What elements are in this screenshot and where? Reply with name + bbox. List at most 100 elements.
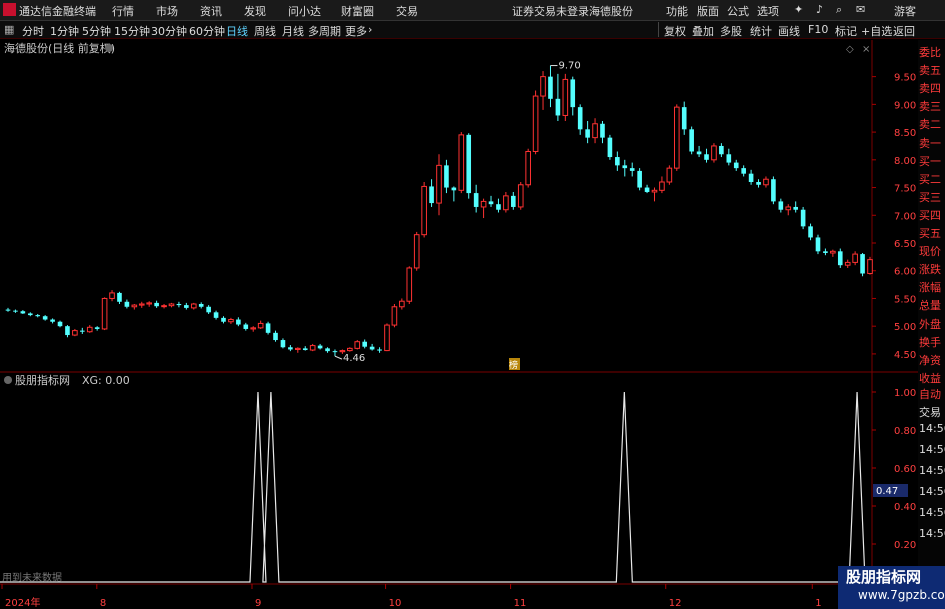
price-tick-label: 7.00 <box>894 211 916 222</box>
candle-body <box>496 204 501 210</box>
menu-item-wealth[interactable]: 财富圈 <box>341 3 374 19</box>
candle-body <box>288 347 293 350</box>
candle-body <box>548 76 553 99</box>
period-toolbar: ▦ 分时 1分钟 5分钟 15分钟 30分钟 60分钟 日线 周线 月线 多周期… <box>0 21 945 39</box>
candle-body <box>748 173 754 182</box>
list-badge-label: 榜 <box>509 359 518 371</box>
chart-options-icon[interactable] <box>105 44 113 52</box>
search-icon[interactable]: ⌕ <box>836 3 842 17</box>
candle-body <box>146 302 152 305</box>
high-price-label: 9.70 <box>558 61 580 72</box>
multi-stock-button[interactable]: 多股 <box>720 23 742 39</box>
menu-item-formula[interactable]: 公式 <box>727 3 749 19</box>
candle-body <box>577 107 583 130</box>
candle-body <box>622 165 628 169</box>
candle-body <box>637 170 642 188</box>
side-label: 换手 <box>919 335 941 349</box>
add-favorite-button[interactable]: +自选 <box>861 23 892 39</box>
candle-body <box>815 237 821 252</box>
candle-body <box>168 303 175 307</box>
side-label: 买三 <box>919 190 941 204</box>
price-tick-label: 5.00 <box>894 322 916 333</box>
toolbar-divider <box>658 22 659 37</box>
tab-period-daily[interactable]: 日线 <box>226 23 248 39</box>
kline-chart[interactable]: 海德股份(日线 前复权) ◇ × 9.50 9.00 8.50 8.00 7.50 7.0… <box>0 40 918 607</box>
main-chart-title: 海德股份(日线 前复权) <box>4 41 115 55</box>
side-label: 卖四 <box>919 82 941 96</box>
candle-body <box>562 78 569 116</box>
candle-body <box>339 350 346 353</box>
statistics-button[interactable]: 统计 <box>750 23 772 39</box>
side-label: 总量 <box>919 299 941 313</box>
menu-item-options[interactable]: 选项 <box>757 3 779 19</box>
tab-period-intraday[interactable]: 分时 <box>22 23 44 39</box>
tick-time: 14:56 <box>919 422 945 435</box>
user-label[interactable]: 游客 <box>894 3 916 19</box>
candle-body <box>867 259 873 275</box>
draw-line-button[interactable]: 画线 <box>778 23 800 39</box>
candle-body <box>689 129 694 152</box>
menu-item-quotes[interactable]: 行情 <box>112 3 134 19</box>
f10-button[interactable]: F10 <box>808 23 828 36</box>
candle-body <box>20 311 26 314</box>
candle-body <box>592 123 598 139</box>
menu-item-trade[interactable]: 交易 <box>396 3 418 19</box>
side-label: 现价 <box>919 245 941 259</box>
candle-body <box>421 185 427 236</box>
time-axis-labels: 2024年 8 9 10 11 12 1 <box>1 584 822 607</box>
trade-label[interactable]: 交易 <box>919 404 941 420</box>
candle-body <box>184 305 189 308</box>
diamond-icon[interactable]: ◇ <box>846 44 854 55</box>
tab-period-1min[interactable]: 1分钟 <box>50 23 79 39</box>
candle-body <box>785 206 792 211</box>
candle-body <box>65 326 70 336</box>
menu-item-news[interactable]: 资讯 <box>200 3 222 19</box>
tab-period-15min[interactable]: 15分钟 <box>114 23 150 39</box>
candle-body <box>50 319 55 322</box>
tab-period-monthly[interactable]: 月线 <box>282 23 304 39</box>
tab-period-30min[interactable]: 30分钟 <box>151 23 187 39</box>
watermark-title: 股朋指标网 <box>846 568 922 586</box>
tab-period-more[interactable]: 更多 <box>345 23 367 39</box>
indicator-options-icon[interactable] <box>4 376 12 384</box>
candle-body <box>771 179 776 202</box>
candle-body <box>532 95 539 152</box>
grid-icon[interactable]: ▦ <box>4 23 14 36</box>
price-tick-label: 6.50 <box>894 239 916 250</box>
candle-body <box>384 324 390 352</box>
time-tick-label: 2024年 <box>5 596 40 607</box>
candle-body <box>800 209 806 227</box>
rights-adjust-button[interactable]: 复权 <box>664 23 686 39</box>
menu-item-discover[interactable]: 发现 <box>244 3 266 19</box>
shirt-icon[interactable]: ✦ <box>794 3 803 16</box>
tab-period-multi[interactable]: 多周期 <box>308 23 341 39</box>
overlay-button[interactable]: 叠加 <box>692 23 714 39</box>
tab-period-60min[interactable]: 60分钟 <box>189 23 225 39</box>
candle-body <box>711 145 717 161</box>
candle-body <box>190 303 197 309</box>
menu-item-layout[interactable]: 版面 <box>697 3 719 19</box>
header-stock-name: 海德股份 <box>589 5 633 18</box>
chat-icon[interactable]: ✉ <box>856 3 865 16</box>
candle-body <box>236 319 241 325</box>
menu-item-ask[interactable]: 问小达 <box>288 3 321 19</box>
back-button[interactable]: 返回 <box>893 23 915 39</box>
indicator-tick-label: 0.20 <box>894 540 916 551</box>
close-icon[interactable]: × <box>862 44 870 55</box>
login-warning[interactable]: 证券交易未登录 <box>512 3 589 19</box>
candle-body <box>585 129 590 138</box>
chevron-right-icon[interactable]: › <box>368 23 372 36</box>
tab-period-weekly[interactable]: 周线 <box>254 23 276 39</box>
candle-body <box>399 300 405 308</box>
candle-body <box>80 330 85 332</box>
candle-body <box>860 254 865 274</box>
mark-button[interactable]: 标记 <box>835 23 857 39</box>
menu-item-market[interactable]: 市场 <box>156 3 178 19</box>
bell-icon[interactable]: ♪ <box>816 3 823 16</box>
price-tick-label: 8.00 <box>894 156 916 167</box>
candle-body <box>295 347 301 350</box>
tab-period-5min[interactable]: 5分钟 <box>82 23 111 39</box>
candle-body <box>280 340 286 348</box>
auto-label[interactable]: 自动 <box>919 386 941 402</box>
menu-item-function[interactable]: 功能 <box>666 3 688 19</box>
